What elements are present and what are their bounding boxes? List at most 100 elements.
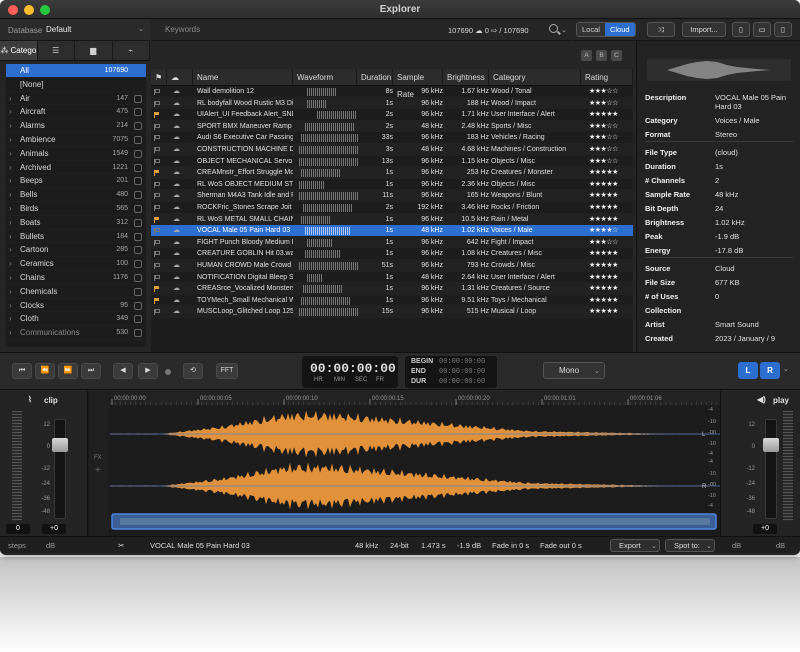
layout-left-button[interactable]: ▯ xyxy=(732,22,750,37)
category-checkbox[interactable] xyxy=(134,204,142,213)
filter-b-button[interactable]: B xyxy=(596,50,607,61)
category-checkbox[interactable] xyxy=(134,122,142,131)
table-row[interactable]: ☁ SPORT BMX Maneuver Ramp L 2s 48 kHz 2.48 k… xyxy=(151,120,633,133)
layout-bottom-button[interactable]: ▭ xyxy=(753,22,771,37)
category-item[interactable]: › Cartoon 285 xyxy=(6,243,146,258)
layout-right-button[interactable]: ▯ xyxy=(774,22,792,37)
category-checkbox[interactable] xyxy=(134,163,142,172)
category-item[interactable]: › Communications 530 xyxy=(6,326,146,340)
chevron-right-icon[interactable]: › xyxy=(9,216,12,230)
inspector-value[interactable]: VOCAL Male 05 Pain Hard 03 xyxy=(715,93,793,111)
chevron-right-icon[interactable]: › xyxy=(9,230,12,244)
clip-fader-knob[interactable] xyxy=(52,438,68,452)
flag-icon[interactable] xyxy=(154,158,160,165)
waveform-display[interactable]: 00:00:00:00 00:00:00:05 00:00:00:10 00:00:0… xyxy=(110,391,720,536)
skip-start-button[interactable]: ⏮ xyxy=(12,363,32,379)
category-checkbox[interactable] xyxy=(134,177,142,186)
rating-stars[interactable]: ★★★★★ xyxy=(589,248,618,260)
export-button[interactable]: Export ⌄ xyxy=(610,539,660,552)
column-header-name[interactable]: Name xyxy=(193,69,293,86)
flag-icon[interactable] xyxy=(154,286,160,293)
category-checkbox[interactable] xyxy=(134,218,142,227)
category-checkbox[interactable] xyxy=(134,191,142,200)
rating-stars[interactable]: ★★★★★ xyxy=(589,109,618,121)
flag-icon[interactable] xyxy=(154,204,160,211)
rating-stars[interactable]: ★★★☆☆ xyxy=(589,144,618,156)
rating-stars[interactable]: ★★★★★ xyxy=(589,202,618,214)
inspector-value[interactable]: -1.9 dB xyxy=(715,232,793,241)
flag-icon[interactable] xyxy=(154,100,160,107)
category-item[interactable]: › Animals 1549 xyxy=(6,147,146,161)
inspector-value[interactable]: Stereo xyxy=(715,130,793,139)
column-header-sample-rate[interactable]: Sample Rate xyxy=(393,69,443,99)
table-row[interactable]: ☁ Wall demolition 12 8s 96 kHz 1.67 kHz Wood … xyxy=(151,86,633,98)
skip-end-button[interactable]: ⏭ xyxy=(81,363,101,379)
rating-stars[interactable]: ★★★★★ xyxy=(589,214,618,226)
category-checkbox[interactable] xyxy=(134,287,142,296)
flag-icon[interactable] xyxy=(154,112,160,119)
chevron-down-icon[interactable]: ⌄ xyxy=(561,26,567,34)
rating-stars[interactable]: ★★★★★ xyxy=(589,179,618,191)
rating-stars[interactable]: ★★★☆☆ xyxy=(589,98,618,110)
column-header-waveform[interactable]: Waveform xyxy=(293,69,357,86)
flag-icon[interactable] xyxy=(154,262,160,269)
flag-icon[interactable] xyxy=(154,89,160,95)
flag-icon[interactable] xyxy=(154,297,160,304)
column-header-brightness[interactable]: Brightness xyxy=(443,69,489,86)
import-button[interactable]: Import... xyxy=(682,22,726,37)
tab-waveform[interactable]: ⌁ xyxy=(113,41,150,60)
flag-icon[interactable] xyxy=(154,216,160,223)
inspector-value[interactable]: Cloud xyxy=(715,264,793,273)
rating-stars[interactable]: ★★★☆☆ xyxy=(589,237,618,249)
table-row[interactable]: ☁ RL bodyfall Wood Rustic M3 Dis 1s 96 kHz 1… xyxy=(151,97,633,110)
chevron-right-icon[interactable]: › xyxy=(9,119,12,133)
inspector-value[interactable]: 2023 / January / 9 xyxy=(715,334,793,343)
clip-steps-value[interactable]: 0 xyxy=(6,524,30,534)
chevron-right-icon[interactable]: › xyxy=(9,271,12,285)
scissors-icon[interactable]: ✂ xyxy=(118,541,124,550)
rating-stars[interactable]: ★★★★★ xyxy=(589,190,618,202)
rating-stars[interactable]: ★★★☆☆ xyxy=(589,86,618,98)
rating-stars[interactable]: ★★★★★ xyxy=(589,283,618,295)
category-checkbox[interactable] xyxy=(134,94,142,103)
rating-stars[interactable]: ★★★★★ xyxy=(589,167,618,179)
category-item[interactable]: › Beeps 201 xyxy=(6,174,146,189)
table-row[interactable]: ☁ CREAMnstr_Effort Struggle Mo 1s 96 kHz 253… xyxy=(151,167,633,179)
flag-icon[interactable] xyxy=(154,146,160,153)
play-fader-knob[interactable] xyxy=(763,438,779,452)
category-checkbox[interactable] xyxy=(134,329,142,338)
category-item[interactable]: › Boats 312 xyxy=(6,216,146,230)
flag-column-header[interactable]: ⚑ xyxy=(151,69,167,86)
category-item[interactable]: › Cloth 349 xyxy=(6,312,146,327)
table-row[interactable]: ☁ VOCAL Male 05 Pain Hard 03 1s 48 kHz 1.02 … xyxy=(151,225,633,237)
clip-gain-fader[interactable] xyxy=(52,419,68,519)
category-item[interactable]: [None] xyxy=(6,78,146,92)
flag-icon[interactable] xyxy=(154,193,160,200)
flag-icon[interactable] xyxy=(154,228,160,235)
inspector-value[interactable]: 0 xyxy=(715,292,793,301)
cloud-button[interactable]: Cloud xyxy=(604,23,635,36)
channel-mode-select[interactable]: Mono ⌄ xyxy=(543,362,605,379)
chevron-right-icon[interactable]: › xyxy=(9,161,12,175)
play-gain-value[interactable]: +0 xyxy=(753,524,777,534)
fast-forward-button[interactable]: ⏩ xyxy=(58,363,78,379)
table-row[interactable]: ☁ HUMAN CROWD Male Crowd H 51s 96 kHz 793 Hz… xyxy=(151,259,633,272)
flag-icon[interactable] xyxy=(154,170,160,177)
inspector-value[interactable]: 1s xyxy=(715,162,793,171)
table-row[interactable]: ☁ ROCKFric_Stones Scrape Joit 0 2s 192 kHz 3… xyxy=(151,202,633,214)
fft-button[interactable]: FFT xyxy=(216,363,238,379)
chevron-right-icon[interactable]: › xyxy=(9,92,12,106)
right-channel-button[interactable]: R xyxy=(760,362,780,379)
category-item[interactable]: All 107690 xyxy=(6,64,146,78)
category-checkbox[interactable] xyxy=(134,135,142,144)
category-item[interactable]: › Chains 1176 xyxy=(6,271,146,285)
chevron-right-icon[interactable]: › xyxy=(9,312,12,326)
loop-button[interactable]: ⟲ xyxy=(183,363,203,379)
tab-list[interactable]: ☰ xyxy=(38,41,75,60)
play-reverse-button[interactable]: ◀ xyxy=(113,363,133,379)
flag-icon[interactable] xyxy=(154,181,160,188)
table-row[interactable]: ☁ OBJECT MECHANICAL Servo Bl 13s 96 kHz 1.15… xyxy=(151,156,633,168)
rating-stars[interactable]: ★★★★★ xyxy=(589,260,618,272)
rating-stars[interactable]: ★★★★★ xyxy=(589,295,618,307)
rating-stars[interactable]: ★★★☆☆ xyxy=(589,132,618,144)
